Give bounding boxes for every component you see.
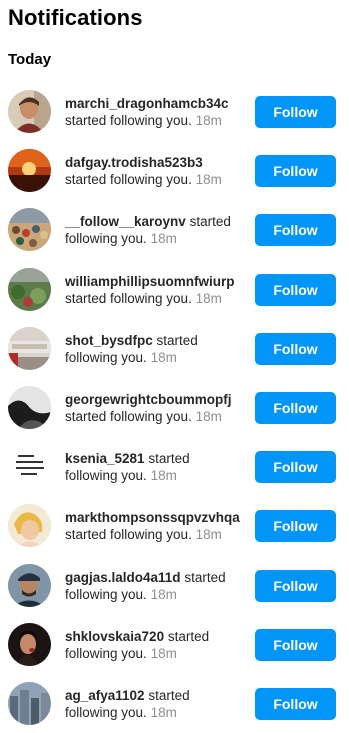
timestamp: 18m [195,408,222,424]
username[interactable]: shklovskaia720 [65,629,164,644]
username[interactable]: markthompsonssqpvzvhqa [65,510,240,525]
username[interactable]: ag_afya1102 [65,688,145,703]
notification-action: started following you. [65,172,192,188]
notification-item: markthompsonssqpvzvhqa started following… [0,496,349,555]
notification-item: __follow__karoynv started following you.… [0,200,349,259]
timestamp: 18m [195,290,222,306]
notification-text: georgewrightcboummopfj started following… [65,391,245,425]
avatar-quote-text [8,445,51,489]
notification-text: ksenia_5281 started following you. 18m [65,450,245,484]
timestamp: 18m [195,113,222,128]
avatar[interactable] [8,504,51,548]
avatar[interactable] [8,208,51,252]
timestamp: 18m [150,586,177,602]
timestamp: 18m [195,172,222,188]
notification-text: markthompsonssqpvzvhqa started following… [65,509,245,543]
avatar[interactable] [8,149,51,193]
notification-list: marchi_dragonhamcb34c started following … [0,82,349,733]
avatar[interactable] [8,385,51,429]
page-title: Notifications [8,5,143,30]
username[interactable]: gagjas.laldo4a11d [65,570,181,585]
notification-text: shklovskaia720 started following you. 18… [65,628,245,662]
timestamp: 18m [195,527,222,543]
avatar-photo-city [8,681,51,725]
notification-item: ksenia_5281 started following you. 18m F… [0,437,349,496]
follow-button[interactable]: Follow [255,510,336,543]
username[interactable]: marchi_dragonhamcb34c [65,96,229,111]
notification-text: ag_afya1102 started following you. 18m [65,687,245,721]
avatar-photo-man-cap [8,563,51,607]
follow-button[interactable]: Follow [255,273,336,306]
avatar[interactable] [8,681,51,725]
avatar-photo-sunset [8,149,51,193]
follow-button[interactable]: Follow [255,332,336,365]
notification-item: marchi_dragonhamcb34c started following … [0,82,349,141]
follow-button[interactable]: Follow [255,391,336,424]
avatar-photo-child [8,504,51,548]
notification-text: williamphillipsuomnfwiurp started follow… [65,273,245,307]
follow-button[interactable]: Follow [255,451,336,484]
follow-button[interactable]: Follow [255,155,336,188]
notification-item: gagjas.laldo4a11d started following you.… [0,556,349,615]
timestamp: 18m [150,704,177,720]
notification-action: started following you. [65,113,192,128]
timestamp: 18m [150,645,177,661]
follow-button[interactable]: Follow [255,214,336,247]
notification-action: started following you. [65,408,192,424]
avatar[interactable] [8,563,51,607]
avatar-photo-greenery [8,267,51,311]
username[interactable]: ksenia_5281 [65,451,145,466]
avatar[interactable] [8,622,51,666]
follow-button[interactable]: Follow [255,569,336,602]
notification-item: shot_bysdfpc started following you. 18m … [0,319,349,378]
avatar[interactable] [8,445,51,489]
timestamp: 18m [150,231,177,247]
notification-text: gagjas.laldo4a11d started following you.… [65,569,245,603]
avatar-photo-crowd [8,208,51,252]
avatar[interactable] [8,90,51,133]
timestamp: 18m [150,349,177,365]
section-heading-today: Today [8,51,52,68]
username[interactable]: __follow__karoynv [65,214,186,229]
username[interactable]: shot_bysdfpc [65,333,153,348]
username[interactable]: georgewrightcboummopfj [65,392,232,407]
notification-item: ag_afya1102 started following you. 18m F… [0,674,349,733]
notification-text: shot_bysdfpc started following you. 18m [65,332,245,366]
notification-item: dafgay.trodisha523b3 started following y… [0,141,349,200]
timestamp: 18m [150,468,177,484]
notification-item: shklovskaia720 started following you. 18… [0,615,349,674]
username[interactable]: williamphillipsuomnfwiurp [65,274,235,289]
avatar-photo-dark-portrait [8,622,51,666]
notification-text: marchi_dragonhamcb34c started following … [65,95,245,129]
notification-action: started following you. [65,527,192,543]
avatar-photo-man-portrait [8,90,51,133]
notification-item: williamphillipsuomnfwiurp started follow… [0,260,349,319]
notification-text: dafgay.trodisha523b3 started following y… [65,154,245,188]
follow-button[interactable]: Follow [255,628,336,661]
avatar[interactable] [8,267,51,311]
notification-text: __follow__karoynv started following you.… [65,213,245,247]
avatar-photo-bw-landscape [8,385,51,429]
username[interactable]: dafgay.trodisha523b3 [65,155,203,170]
avatar-photo-storefront [8,326,51,370]
follow-button[interactable]: Follow [255,687,336,720]
avatar[interactable] [8,326,51,370]
notification-item: georgewrightcboummopfj started following… [0,378,349,437]
notification-action: started following you. [65,290,192,306]
follow-button[interactable]: Follow [255,96,336,128]
